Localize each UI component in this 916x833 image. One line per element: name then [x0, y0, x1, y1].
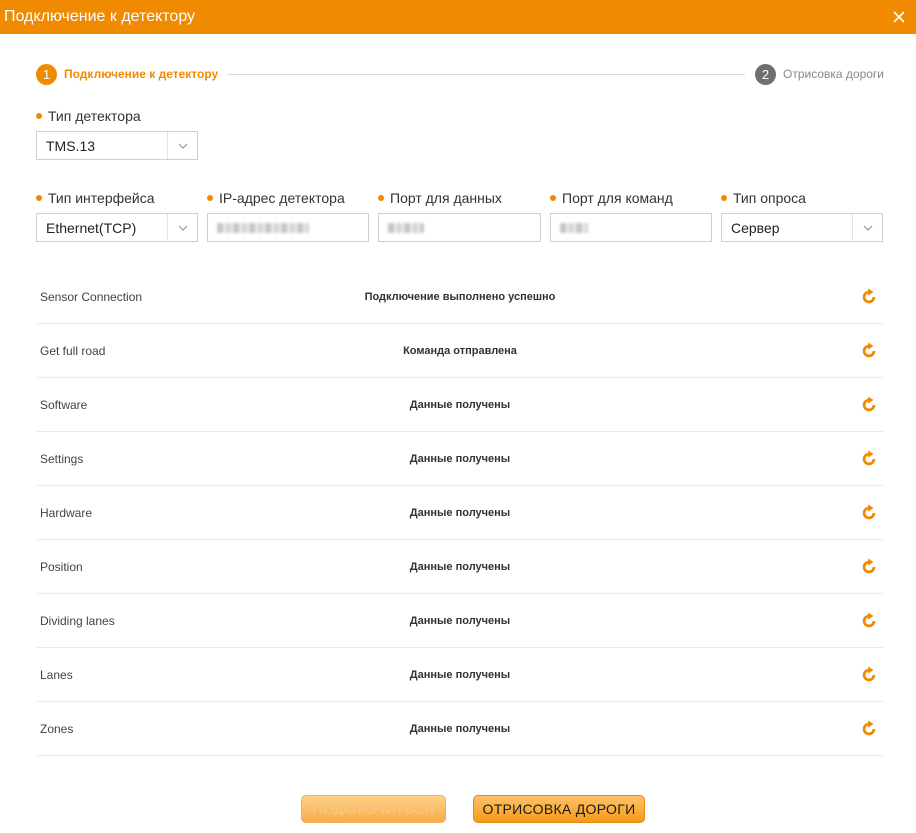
status-text: Данные получены: [298, 615, 622, 627]
data-port-input[interactable]: [378, 213, 541, 242]
window-title: Подключение к детектору: [4, 8, 195, 26]
step-draw-road[interactable]: 2 Отрисовка дороги: [755, 64, 884, 85]
ip-address-label: IP-адрес детектора: [207, 190, 345, 206]
command-port-input[interactable]: [550, 213, 712, 242]
poll-type-label: Тип опроса: [721, 190, 806, 206]
refresh-icon[interactable]: [860, 612, 878, 630]
status-name: Software: [40, 398, 87, 412]
status-list: Sensor Connection Подключение выполнено …: [36, 270, 884, 756]
redacted-value: [560, 223, 588, 233]
refresh-icon[interactable]: [860, 396, 878, 414]
status-row: Position Данные получены: [36, 540, 884, 594]
status-name: Settings: [40, 452, 83, 466]
required-dot: [36, 195, 42, 201]
status-row: Sensor Connection Подключение выполнено …: [36, 270, 884, 324]
poll-type-value: Сервер: [722, 220, 852, 236]
ip-address-input[interactable]: [207, 213, 369, 242]
status-name: Hardware: [40, 506, 92, 520]
redacted-value: [217, 223, 309, 233]
required-dot: [36, 113, 42, 119]
refresh-icon[interactable]: [860, 504, 878, 522]
refresh-icon[interactable]: [860, 558, 878, 576]
status-name: Position: [40, 560, 83, 574]
interface-type-label: Тип интерфейса: [36, 190, 155, 206]
refresh-icon[interactable]: [860, 450, 878, 468]
refresh-icon[interactable]: [860, 720, 878, 738]
required-dot: [378, 195, 384, 201]
required-dot: [721, 195, 727, 201]
chevron-down-icon[interactable]: [167, 214, 197, 241]
status-text: Данные получены: [298, 669, 622, 681]
required-dot: [207, 195, 213, 201]
status-name: Sensor Connection: [40, 290, 142, 304]
chevron-down-icon[interactable]: [167, 132, 197, 159]
status-row: Lanes Данные получены: [36, 648, 884, 702]
interface-type-select[interactable]: Ethernet(TCP): [36, 213, 198, 242]
status-name: Get full road: [40, 344, 105, 358]
poll-type-select[interactable]: Сервер: [721, 213, 883, 242]
status-text: Подключение выполнено успешно: [298, 291, 622, 303]
status-row: Settings Данные получены: [36, 432, 884, 486]
status-text: Данные получены: [298, 723, 622, 735]
step-number: 1: [36, 64, 57, 85]
status-text: Данные получены: [298, 507, 622, 519]
detector-type-label: Тип детектора: [36, 108, 141, 124]
status-row: Dividing lanes Данные получены: [36, 594, 884, 648]
close-icon[interactable]: [890, 8, 908, 26]
status-text: Данные получены: [298, 399, 622, 411]
step-label: Подключение к детектору: [64, 67, 218, 81]
command-port-label: Порт для команд: [550, 190, 673, 206]
interface-type-value: Ethernet(TCP): [37, 220, 167, 236]
redacted-value: [388, 223, 424, 233]
status-row: Zones Данные получены: [36, 702, 884, 756]
required-dot: [550, 195, 556, 201]
status-text: Данные получены: [298, 453, 622, 465]
status-name: Lanes: [40, 668, 73, 682]
connect-button[interactable]: ПОДКЛЮЧИТЬСЯ: [301, 795, 446, 823]
detector-type-value: TMS.13: [37, 138, 167, 154]
stepper: 1 Подключение к детектору 2 Отрисовка до…: [36, 63, 884, 85]
status-text: Данные получены: [298, 561, 622, 573]
status-name: Dividing lanes: [40, 614, 115, 628]
refresh-icon[interactable]: [860, 342, 878, 360]
status-row: Hardware Данные получены: [36, 486, 884, 540]
draw-road-button[interactable]: ОТРИСОВКА ДОРОГИ: [473, 795, 645, 823]
refresh-icon[interactable]: [860, 288, 878, 306]
status-text: Команда отправлена: [298, 345, 622, 357]
chevron-down-icon[interactable]: [852, 214, 882, 241]
refresh-icon[interactable]: [860, 666, 878, 684]
status-row: Software Данные получены: [36, 378, 884, 432]
step-connect[interactable]: 1 Подключение к детектору: [36, 64, 218, 85]
step-label: Отрисовка дороги: [783, 67, 884, 81]
status-row: Get full road Команда отправлена: [36, 324, 884, 378]
status-name: Zones: [40, 722, 73, 736]
detector-type-select[interactable]: TMS.13: [36, 131, 198, 160]
title-bar: Подключение к детектору: [0, 0, 916, 34]
data-port-label: Порт для данных: [378, 190, 502, 206]
step-number: 2: [755, 64, 776, 85]
step-connector: [228, 74, 745, 75]
